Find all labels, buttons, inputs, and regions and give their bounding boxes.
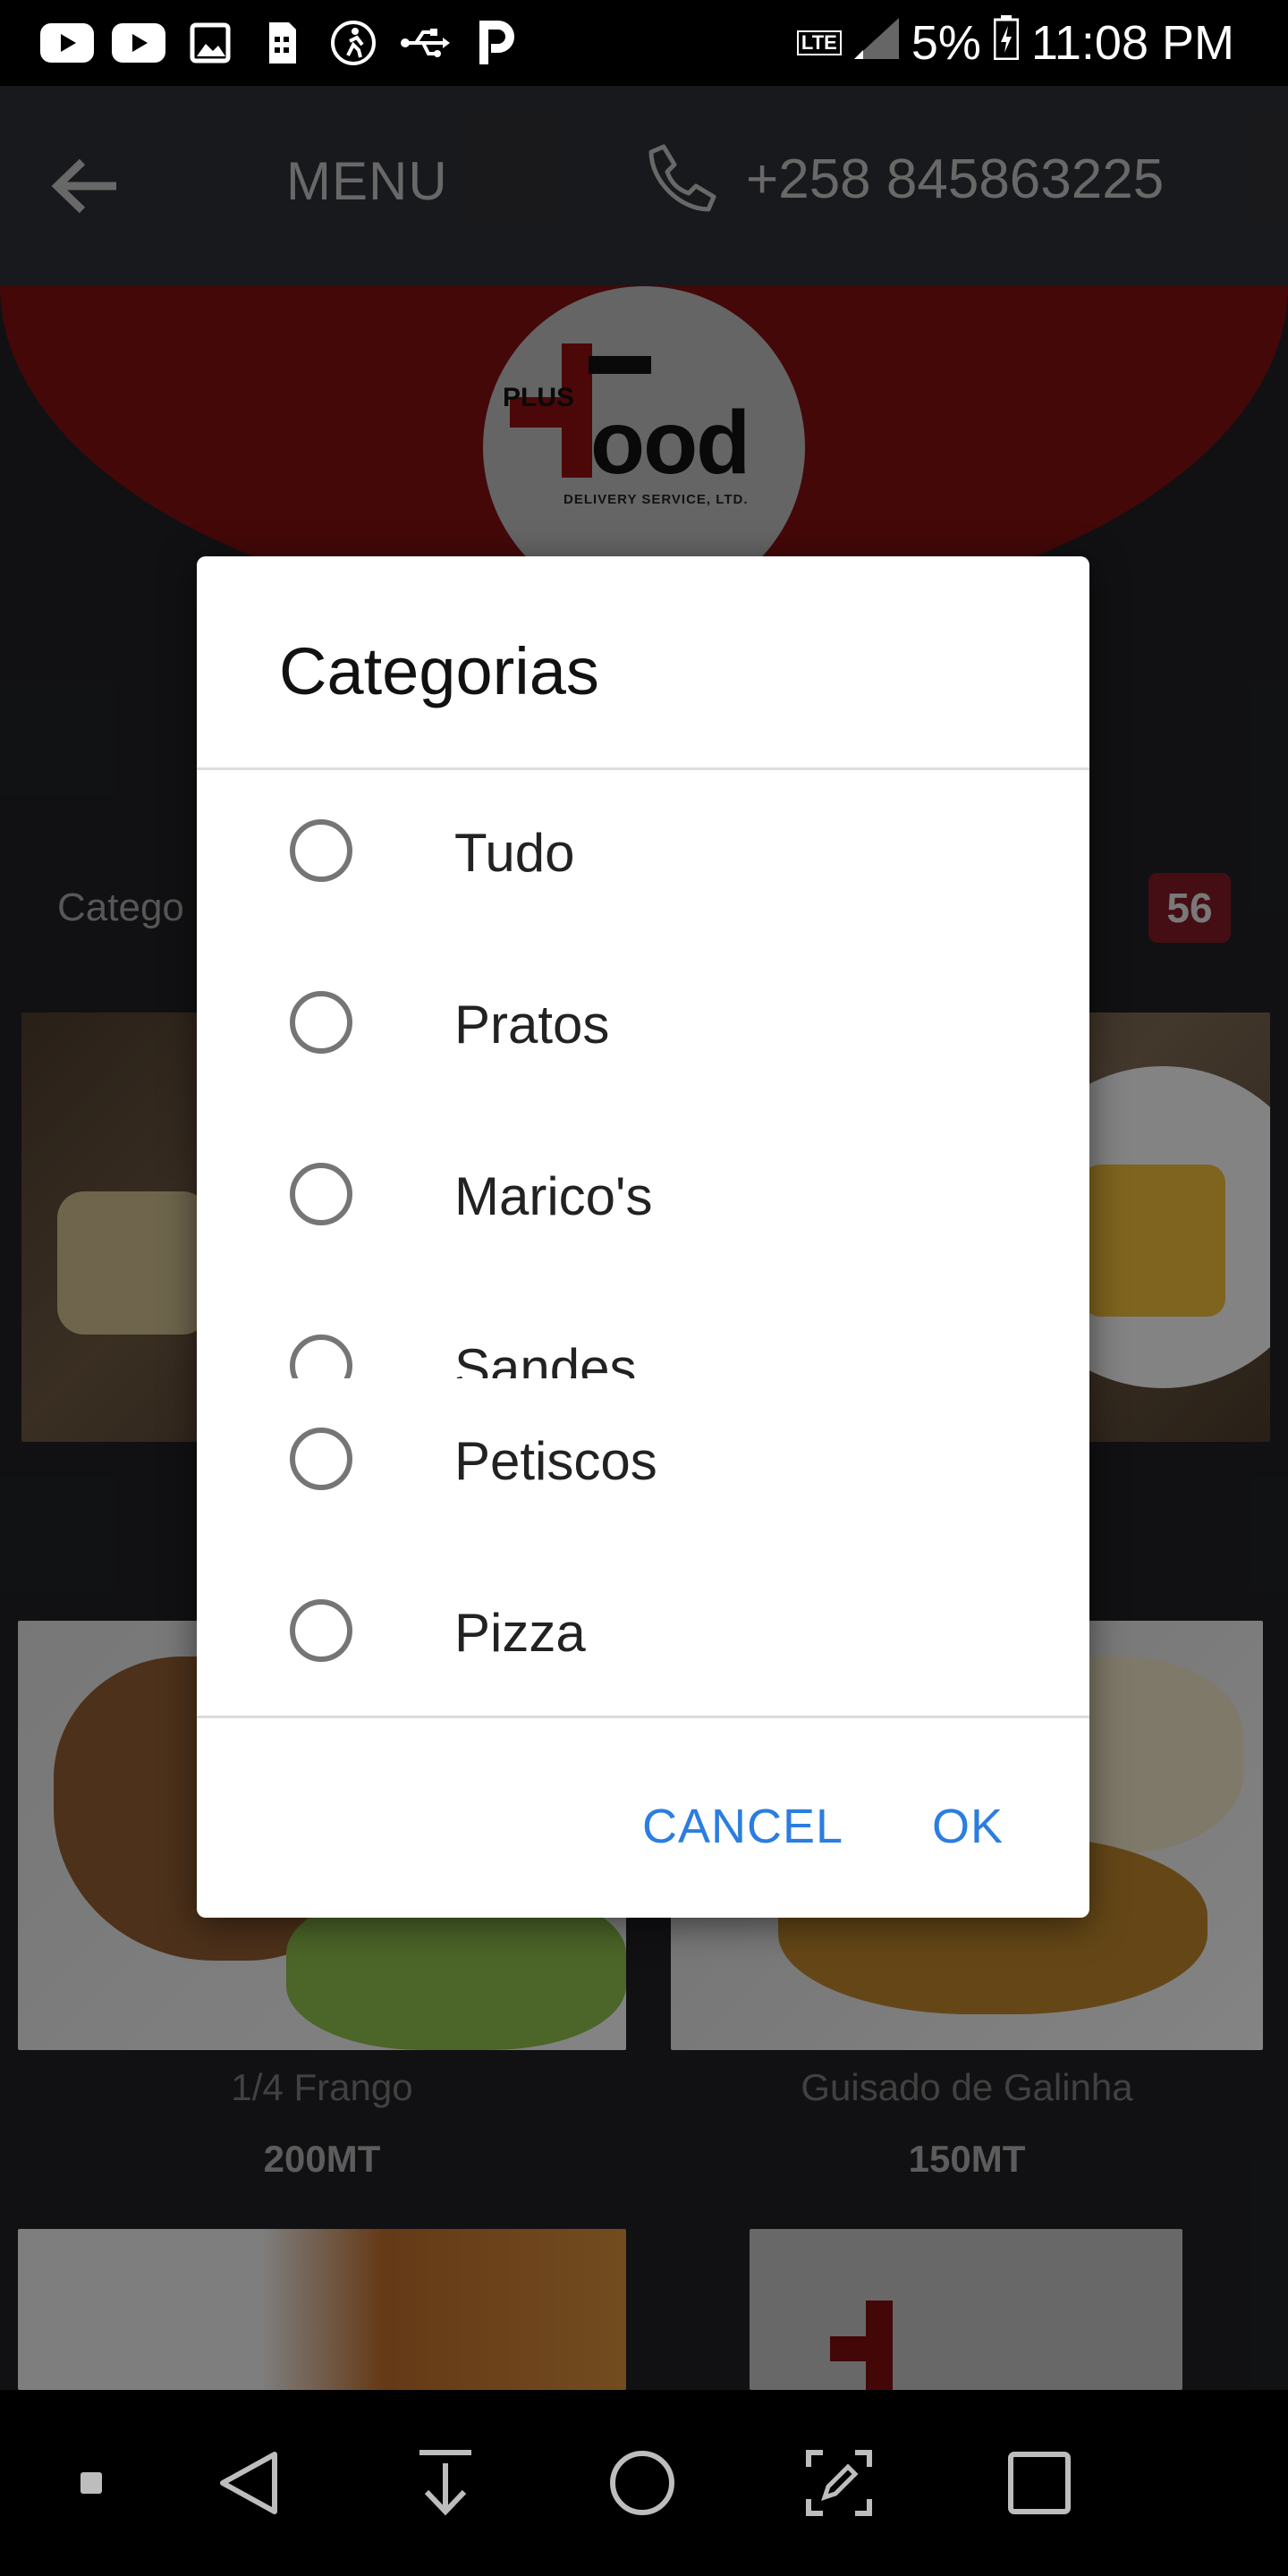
youtube-icon <box>39 20 95 66</box>
category-options-list[interactable]: Tudo Pratos Marico's Sandes <box>197 770 1089 1378</box>
radio-button[interactable] <box>290 1335 352 1378</box>
dialog-title: Categorias <box>279 634 599 708</box>
dot-icon[interactable] <box>54 2445 129 2521</box>
category-option[interactable]: Sandes <box>197 1285 1089 1378</box>
p-icon <box>469 20 524 66</box>
category-options-list-lower[interactable]: Petiscos Pizza <box>197 1378 1089 1716</box>
categories-dialog: Categorias Tudo Pratos Marico's Sandes P… <box>197 556 1089 1918</box>
category-option-label: Marico's <box>454 1166 653 1226</box>
home-circle-icon[interactable] <box>605 2445 680 2521</box>
radio-button[interactable] <box>290 819 352 882</box>
screenshot-edit-icon[interactable] <box>801 2445 877 2521</box>
radio-button[interactable] <box>290 1428 352 1490</box>
category-option-label: Pratos <box>454 995 610 1055</box>
image-icon <box>182 20 238 66</box>
accessibility-icon <box>326 20 381 66</box>
category-option[interactable]: Marico's <box>197 1114 1089 1285</box>
notification-icons <box>39 14 524 72</box>
status-bar: LTE 5% 11:08 PM <box>0 0 1288 86</box>
clock: 11:08 PM <box>1030 16 1234 70</box>
category-option-label: Petiscos <box>454 1431 657 1491</box>
category-option[interactable]: Tudo <box>197 770 1089 942</box>
category-option[interactable]: Pratos <box>197 942 1089 1114</box>
category-option-label: Tudo <box>454 823 575 883</box>
cancel-button[interactable]: CANCEL <box>642 1791 843 1862</box>
radio-button[interactable] <box>290 991 352 1054</box>
category-option-label: Pizza <box>454 1603 586 1663</box>
back-triangle-icon[interactable] <box>211 2445 286 2521</box>
battery-percent: 5% <box>911 16 981 70</box>
system-indicators: LTE 5% 11:08 PM <box>796 9 1234 77</box>
radio-button[interactable] <box>290 1163 352 1225</box>
download-icon[interactable] <box>408 2445 483 2521</box>
lte-icon: LTE <box>796 30 842 55</box>
category-option[interactable]: Petiscos <box>197 1378 1089 1550</box>
category-option[interactable]: Pizza <box>197 1550 1089 1716</box>
category-option-label: Sandes <box>454 1338 637 1378</box>
sim-icon <box>254 20 309 66</box>
recents-square-icon[interactable] <box>1002 2445 1077 2521</box>
ok-button[interactable]: OK <box>932 1791 1004 1862</box>
battery-icon <box>993 14 1020 72</box>
divider <box>197 1716 1089 1718</box>
system-nav-bar <box>0 2390 1288 2576</box>
signal-icon <box>853 15 899 71</box>
radio-button[interactable] <box>290 1599 352 1662</box>
usb-icon <box>397 20 453 66</box>
youtube-icon <box>111 20 166 66</box>
